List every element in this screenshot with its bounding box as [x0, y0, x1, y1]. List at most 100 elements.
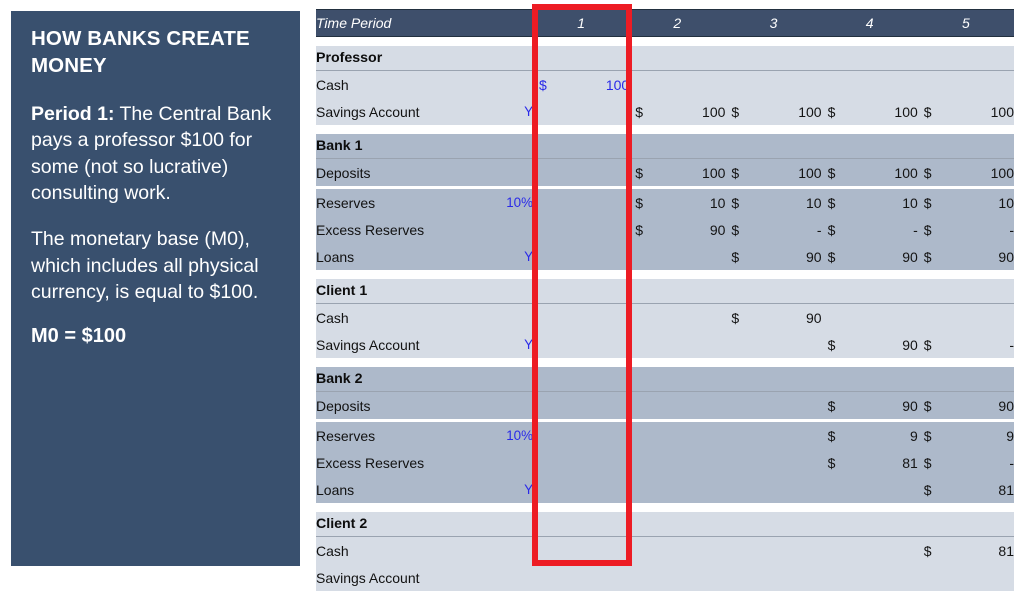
cell-bank-2-deposits-p3[interactable] [725, 391, 822, 419]
cell-client-2-savings-account-p1[interactable] [533, 564, 630, 591]
cell-value: 100 [990, 103, 1014, 120]
cell-bank-2-loans-p1[interactable] [533, 476, 630, 503]
cell-bank-1-reserves-p1[interactable] [533, 189, 630, 216]
gap-cell [495, 270, 534, 279]
cell-bank-2-reserves-p3[interactable] [725, 422, 822, 449]
cell-bank-1-loans-p1[interactable] [533, 243, 630, 270]
cell-professor-cash-p2[interactable] [629, 70, 726, 98]
cell-bank-1-reserves-p4[interactable]: $10 [821, 189, 918, 216]
currency-symbol: $ [731, 221, 740, 238]
cell-bank-1-deposits-p2[interactable]: $100 [629, 158, 726, 186]
section-fill-cell [629, 46, 726, 71]
cell-professor-savings-account-p5[interactable]: $100 [917, 98, 1014, 125]
cell-client-1-cash-p3[interactable]: $90 [725, 303, 822, 331]
cell-bank-1-reserves-p3[interactable]: $10 [725, 189, 822, 216]
monetary-base-paragraph: The monetary base (M0), which includes a… [31, 228, 259, 303]
cell-professor-cash-p1[interactable]: $100 [533, 70, 630, 98]
cell-professor-cash-p4[interactable] [821, 70, 918, 98]
currency-symbol: $ [827, 454, 836, 471]
cell-bank-1-deposits-p5[interactable]: $100 [917, 158, 1014, 186]
cell-client-2-cash-p2[interactable] [629, 536, 726, 564]
table-row: Deposits $100 $100 $100 $100 [316, 158, 1014, 186]
gap-cell [725, 270, 822, 279]
cell-professor-savings-account-p2[interactable]: $100 [629, 98, 726, 125]
cell-bank-2-reserves-p5[interactable]: $9 [917, 422, 1014, 449]
cell-client-2-cash-p4[interactable] [821, 536, 918, 564]
cell-professor-savings-account-p1[interactable] [533, 98, 630, 125]
cell-client-1-cash-p1[interactable] [533, 303, 630, 331]
cell-bank-2-reserves-p1[interactable] [533, 422, 630, 449]
cell-client-1-cash-p5[interactable] [917, 303, 1014, 331]
cell-bank-1-deposits-p3[interactable]: $100 [725, 158, 822, 186]
cell-bank-1-reserves-p5[interactable]: $10 [917, 189, 1014, 216]
cell-bank-2-loans-p4[interactable] [821, 476, 918, 503]
header-period-1[interactable]: 1 [533, 9, 630, 37]
cell-value: 90 [806, 248, 822, 265]
cell-bank-1-excess-reserves-p1[interactable] [533, 216, 630, 243]
cell-bank-2-excess-reserves-p4[interactable]: $81 [821, 449, 918, 476]
row-label-savings-account: Savings Account [316, 98, 496, 125]
cell-client-2-savings-account-p2[interactable] [629, 564, 726, 591]
header-period-3[interactable]: 3 [725, 9, 822, 37]
gap-cell [725, 358, 822, 367]
cell-bank-2-deposits-p2[interactable] [629, 391, 726, 419]
cell-bank-1-deposits-p1[interactable] [533, 158, 630, 186]
cell-professor-savings-account-p3[interactable]: $100 [725, 98, 822, 125]
cell-bank-1-loans-p2[interactable] [629, 243, 726, 270]
cell-bank-1-excess-reserves-p5[interactable]: $ - [917, 216, 1014, 243]
cell-bank-2-deposits-p1[interactable] [533, 391, 630, 419]
currency-symbol: $ [635, 221, 643, 238]
cell-client-2-savings-account-p4[interactable] [821, 564, 918, 591]
cell-bank-2-deposits-p5[interactable]: $90 [917, 391, 1014, 419]
cell-professor-cash-p3[interactable] [725, 70, 822, 98]
cell-bank-2-excess-reserves-p5[interactable]: $ - [917, 449, 1014, 476]
table-row: Loans Y $90 $90 $90 [316, 243, 1014, 270]
cell-bank-2-excess-reserves-p1[interactable] [533, 449, 630, 476]
header-period-4[interactable]: 4 [821, 9, 918, 37]
header-period-5[interactable]: 5 [917, 9, 1014, 37]
header-period-2[interactable]: 2 [629, 9, 726, 37]
row-flag: Y [495, 243, 534, 270]
cell-client-2-savings-account-p5[interactable] [917, 564, 1014, 591]
cell-client-2-cash-p5[interactable]: $81 [917, 536, 1014, 564]
cell-bank-1-excess-reserves-p2[interactable]: $90 [629, 216, 726, 243]
cell-bank-1-loans-p5[interactable]: $90 [917, 243, 1014, 270]
cell-bank-2-excess-reserves-p2[interactable] [629, 449, 726, 476]
cell-bank-1-deposits-p4[interactable]: $100 [821, 158, 918, 186]
cell-client-1-cash-p2[interactable] [629, 303, 726, 331]
cell-bank-1-loans-p4[interactable]: $90 [821, 243, 918, 270]
cell-professor-savings-account-p4[interactable]: $100 [821, 98, 918, 125]
cell-bank-1-reserves-p2[interactable]: $10 [629, 189, 726, 216]
cell-bank-2-reserves-p4[interactable]: $9 [821, 422, 918, 449]
section-fill-cell [821, 134, 918, 159]
cell-bank-2-loans-p2[interactable] [629, 476, 726, 503]
cell-bank-1-loans-p3[interactable]: $90 [725, 243, 822, 270]
cell-professor-cash-p5[interactable] [917, 70, 1014, 98]
cell-bank-2-deposits-p4[interactable]: $90 [821, 391, 918, 419]
section-gap [316, 503, 1014, 512]
cell-client-1-savings-account-p2[interactable] [629, 331, 726, 358]
row-flag: 10% [495, 189, 534, 216]
cell-client-1-savings-account-p3[interactable] [725, 331, 822, 358]
section-gap [316, 358, 1014, 367]
currency-symbol: $ [923, 397, 932, 414]
gap-cell [533, 270, 630, 279]
section-fill-cell [533, 46, 630, 71]
cell-value: 100 [702, 164, 726, 181]
cell-bank-2-loans-p3[interactable] [725, 476, 822, 503]
cell-bank-1-excess-reserves-p3[interactable]: $ - [725, 216, 822, 243]
cell-client-2-cash-p1[interactable] [533, 536, 630, 564]
cell-value: 10 [709, 194, 726, 211]
cell-client-1-savings-account-p1[interactable] [533, 331, 630, 358]
cell-bank-2-reserves-p2[interactable] [629, 422, 726, 449]
cell-bank-2-excess-reserves-p3[interactable] [725, 449, 822, 476]
cell-client-2-cash-p3[interactable] [725, 536, 822, 564]
cell-bank-1-excess-reserves-p4[interactable]: $ - [821, 216, 918, 243]
cell-bank-2-loans-p5[interactable]: $81 [917, 476, 1014, 503]
cell-client-1-savings-account-p4[interactable]: $90 [821, 331, 918, 358]
currency-symbol: $ [731, 164, 740, 181]
cell-client-1-savings-account-p5[interactable]: $ - [917, 331, 1014, 358]
cell-client-1-cash-p4[interactable] [821, 303, 918, 331]
cell-value: - [1009, 454, 1014, 471]
cell-client-2-savings-account-p3[interactable] [725, 564, 822, 591]
